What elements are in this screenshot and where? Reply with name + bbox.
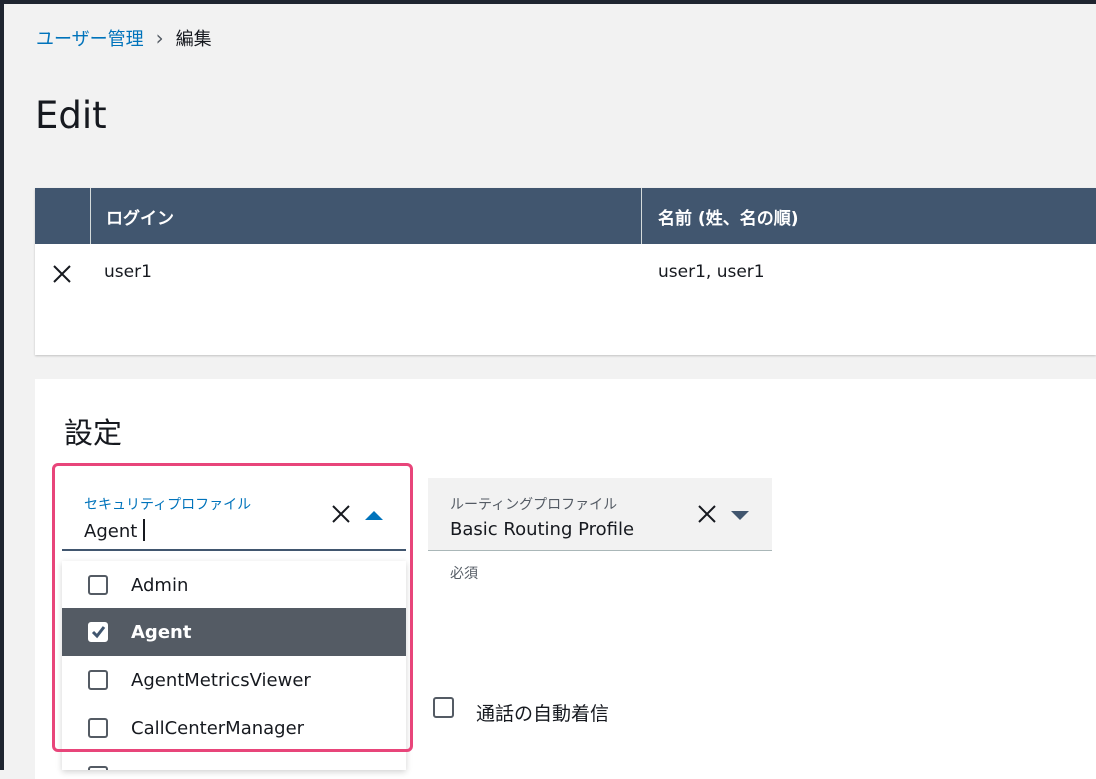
option-agent-checkbox[interactable]: [88, 622, 108, 642]
remove-user-close-icon[interactable]: [52, 264, 72, 284]
option-admin-checkbox[interactable]: [88, 575, 108, 595]
user-name-cell: user1, user1: [658, 262, 765, 282]
text-caret: [143, 519, 146, 541]
security-profile-input[interactable]: Agent: [84, 519, 146, 542]
option-label: Agent: [131, 621, 192, 643]
clear-routing-profile-close-icon[interactable]: [697, 504, 717, 524]
option-agent-metrics-viewer-checkbox[interactable]: [88, 670, 108, 690]
option-next-partial[interactable]: [62, 752, 406, 770]
security-profile-value: Agent: [84, 521, 138, 542]
option-label: Admin: [131, 574, 189, 596]
checkmark-icon: [91, 626, 106, 639]
left-bar: [0, 0, 4, 770]
expand-dropdown-chevron-down-icon[interactable]: [731, 511, 749, 520]
security-profile-label: セキュリティプロファイル: [84, 497, 252, 513]
option-call-center-manager[interactable]: CallCenterManager: [62, 704, 406, 752]
breadcrumb-separator-icon: ›: [155, 26, 164, 50]
routing-profile-required-hint: 必須: [450, 566, 478, 582]
option-admin[interactable]: Admin: [62, 561, 406, 609]
security-profile-options-list: Admin Agent AgentMetricsViewer CallCente…: [62, 561, 406, 770]
option-label: AgentMetricsViewer: [131, 669, 311, 691]
option-label: CallCenterManager: [131, 717, 305, 739]
users-table: ログイン 名前 (姓、名の順) user1 user1, user1: [35, 188, 1096, 355]
option-call-center-manager-checkbox[interactable]: [88, 718, 108, 738]
option-agent-metrics-viewer[interactable]: AgentMetricsViewer: [62, 656, 406, 704]
table-header-remove-column: [35, 188, 91, 244]
top-bar: [0, 0, 1096, 4]
auto-accept-label: 通話の自動着信: [476, 703, 610, 725]
routing-profile-label: ルーティングプロファイル: [450, 497, 618, 513]
routing-profile-select[interactable]: ルーティングプロファイル Basic Routing Profile: [428, 478, 772, 551]
collapse-dropdown-chevron-up-icon[interactable]: [365, 511, 383, 520]
auto-accept-checkbox[interactable]: [433, 697, 454, 718]
option-agent[interactable]: Agent: [62, 608, 406, 656]
table-header-name[interactable]: 名前 (姓、名の順): [643, 188, 798, 244]
routing-profile-value: Basic Routing Profile: [450, 519, 635, 540]
table-header-login[interactable]: ログイン: [91, 188, 642, 244]
user-login-cell: user1: [104, 262, 152, 282]
breadcrumb-current: 編集: [175, 29, 212, 50]
auto-accept-calls-option[interactable]: 通話の自動着信: [433, 697, 609, 725]
breadcrumb: ユーザー管理 › 編集: [36, 25, 212, 51]
clear-security-profile-close-icon[interactable]: [331, 504, 351, 524]
option-next-checkbox[interactable]: [88, 766, 108, 770]
breadcrumb-user-management-link[interactable]: ユーザー管理: [36, 25, 144, 51]
settings-title: 設定: [64, 416, 123, 450]
table-row: user1 user1, user1: [35, 244, 1096, 304]
security-profile-select[interactable]: セキュリティプロファイル Agent: [62, 478, 406, 551]
page-title: Edit: [35, 94, 107, 137]
table-header: ログイン 名前 (姓、名の順): [35, 188, 1096, 244]
